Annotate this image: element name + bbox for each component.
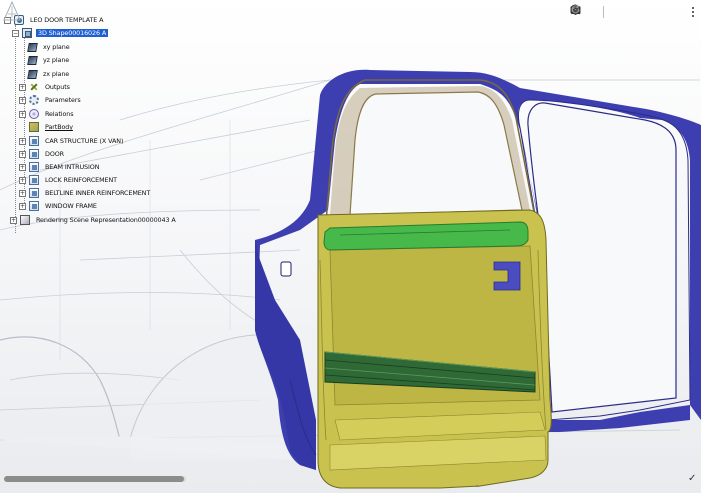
compass-icon[interactable] bbox=[0, 0, 24, 22]
tree-node-label: Rendering Scene Representation00000043 A bbox=[36, 216, 176, 224]
tree-node-window-frame[interactable]: + WINDOW FRAME bbox=[19, 200, 99, 212]
outputs-icon bbox=[29, 82, 39, 92]
3d-shape-icon bbox=[22, 28, 32, 38]
tree-node-label: Outputs bbox=[45, 83, 70, 91]
expand-toggle[interactable]: + bbox=[19, 163, 26, 171]
geometrical-set-icon bbox=[29, 136, 39, 146]
tree-node-parameters[interactable]: + Parameters bbox=[19, 94, 83, 106]
relations-icon bbox=[29, 109, 39, 119]
toolbar-separator bbox=[603, 6, 604, 18]
check-icon[interactable]: ✓ bbox=[688, 473, 696, 484]
tree-node-3d-shape[interactable]: − 3D Shape00016026 A bbox=[12, 27, 109, 39]
render-icon[interactable] bbox=[570, 4, 669, 18]
tree-node-label: DOOR bbox=[45, 150, 65, 158]
more-icon[interactable] bbox=[689, 5, 697, 19]
expand-toggle[interactable]: + bbox=[19, 96, 26, 104]
pillar-hole bbox=[280, 261, 292, 277]
plane-icon bbox=[27, 42, 38, 52]
door-inner-panel bbox=[317, 209, 552, 489]
camera-icon[interactable] bbox=[570, 5, 653, 18]
tree-node-door[interactable]: + DOOR bbox=[19, 148, 66, 160]
scrollbar-thumb[interactable] bbox=[4, 476, 184, 482]
3d-viewport[interactable]: − LEO DOOR TEMPLATE A − 3D Shape00016026… bbox=[0, 0, 701, 493]
geometrical-set-icon bbox=[29, 188, 39, 198]
plane-icon bbox=[27, 55, 38, 65]
tree-node-outputs[interactable]: + Outputs bbox=[19, 81, 72, 93]
geometrical-set-icon bbox=[29, 162, 39, 172]
tree-root-label: LEO DOOR TEMPLATE A bbox=[30, 16, 104, 24]
tree-node-beam-intrusion[interactable]: + BEAM INTRUSION bbox=[19, 161, 101, 173]
tree-node-label: yz plane bbox=[43, 56, 70, 64]
partbody-icon bbox=[29, 122, 39, 132]
tree-node-xy-plane[interactable]: xy plane bbox=[27, 41, 72, 53]
chevron-up-icon[interactable]: ⌃ bbox=[474, 484, 481, 493]
expand-toggle[interactable]: + bbox=[19, 202, 26, 210]
tree-node-rendering-scene[interactable]: + Rendering Scene Representation00000043… bbox=[10, 214, 178, 226]
expand-toggle[interactable]: + bbox=[19, 189, 26, 197]
tree-node-relations[interactable]: + Relations bbox=[19, 108, 75, 120]
tree-node-yz-plane[interactable]: yz plane bbox=[27, 54, 71, 66]
view-cube-icon[interactable] bbox=[570, 4, 621, 18]
geometrical-set-icon bbox=[29, 175, 39, 185]
expand-toggle[interactable]: + bbox=[19, 110, 26, 118]
tree-node-partbody[interactable]: PartBody bbox=[29, 121, 75, 133]
expand-toggle[interactable]: + bbox=[10, 216, 17, 224]
tree-node-label: CAR STRUCTURE (X VAN) bbox=[45, 137, 124, 145]
tree-node-label: PartBody bbox=[45, 123, 73, 131]
expand-toggle[interactable]: + bbox=[19, 137, 26, 145]
tree-node-label: xy plane bbox=[43, 43, 70, 51]
rear-window-opening bbox=[527, 102, 677, 413]
parameters-icon bbox=[29, 95, 39, 105]
car-model-render[interactable] bbox=[0, 0, 701, 493]
expand-toggle[interactable]: + bbox=[19, 83, 26, 91]
tree-node-label: zx plane bbox=[43, 70, 70, 78]
view-mode-icon[interactable] bbox=[571, 4, 637, 18]
expand-toggle[interactable]: + bbox=[19, 176, 26, 184]
collapse-toggle[interactable]: − bbox=[12, 29, 19, 37]
expand-toggle[interactable]: + bbox=[19, 150, 26, 158]
tree-node-lock-reinforcement[interactable]: + LOCK REINFORCEMENT bbox=[19, 174, 119, 186]
tree-node-label-selected: 3D Shape00016026 A bbox=[36, 29, 109, 37]
tree-node-label: LOCK REINFORCEMENT bbox=[45, 176, 117, 184]
tree-node-zx-plane[interactable]: zx plane bbox=[27, 68, 71, 80]
tree-node-beltline-inner-reinforcement[interactable]: + BELTLINE INNER REINFORCEMENT bbox=[19, 187, 152, 199]
tree-node-label: Parameters bbox=[45, 96, 81, 104]
view-toolbar bbox=[570, 4, 697, 20]
tree-node-label: Relations bbox=[45, 110, 74, 118]
refresh-icon[interactable] bbox=[571, 4, 685, 18]
horizontal-scrollbar[interactable] bbox=[4, 476, 186, 482]
plane-icon bbox=[27, 69, 38, 79]
door-window-frame bbox=[325, 79, 535, 223]
tree-node-label: WINDOW FRAME bbox=[45, 202, 97, 210]
geometrical-set-icon bbox=[29, 201, 39, 211]
zoom-icon[interactable] bbox=[570, 4, 598, 18]
geometrical-set-icon bbox=[29, 149, 39, 159]
rendering-scene-icon bbox=[20, 215, 30, 225]
tree-node-car-structure[interactable]: + CAR STRUCTURE (X VAN) bbox=[19, 135, 125, 147]
tree-node-label: BELTLINE INNER REINFORCEMENT bbox=[45, 189, 151, 197]
tree-node-label: BEAM INTRUSION bbox=[45, 163, 100, 171]
